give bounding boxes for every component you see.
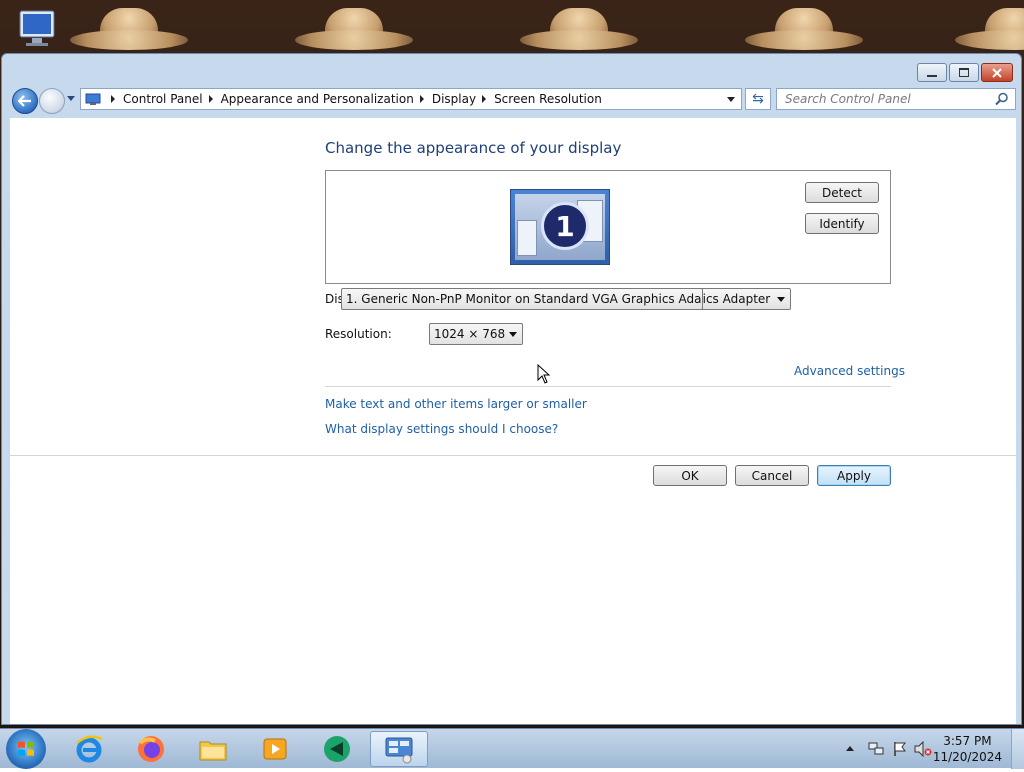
file-explorer-taskbar-button[interactable] bbox=[186, 731, 240, 767]
breadcrumb-screen-resolution[interactable]: Screen Resolution bbox=[494, 92, 602, 106]
display-select-value: 1. Generic Non-PnP Monitor on Standard V… bbox=[346, 292, 703, 306]
windows-logo-icon bbox=[18, 741, 34, 756]
display-select-background[interactable]: hics Adapter bbox=[690, 288, 791, 310]
breadcrumb-separator bbox=[111, 95, 115, 103]
back-arrow-icon bbox=[18, 95, 31, 107]
breadcrumb-separator[interactable] bbox=[482, 95, 487, 103]
app-taskbar-button[interactable] bbox=[310, 731, 364, 767]
display-help-link[interactable]: What display settings should I choose? bbox=[325, 422, 558, 436]
clock[interactable]: 3:57 PM 11/20/2024 bbox=[933, 733, 1002, 765]
close-button[interactable] bbox=[981, 63, 1013, 82]
clock-time: 3:57 PM bbox=[943, 734, 992, 748]
ok-button[interactable]: OK bbox=[653, 465, 727, 486]
navigation-bar: Control Panel Appearance and Personaliza… bbox=[8, 86, 1016, 114]
text-size-link[interactable]: Make text and other items larger or smal… bbox=[325, 397, 587, 411]
forward-button[interactable] bbox=[39, 88, 65, 114]
clock-date: 11/20/2024 bbox=[932, 750, 1002, 764]
identify-button[interactable]: Identify bbox=[805, 213, 879, 234]
action-center-flag-icon[interactable] bbox=[892, 741, 908, 757]
show-desktop-button[interactable] bbox=[1011, 729, 1024, 769]
display-select-background-text: hics Adapter bbox=[695, 292, 771, 306]
internet-explorer-icon bbox=[76, 735, 103, 763]
detect-button[interactable]: Detect bbox=[805, 182, 879, 203]
chevron-down-icon bbox=[777, 296, 785, 302]
breadcrumb-appearance[interactable]: Appearance and Personalization bbox=[221, 92, 414, 106]
search-box[interactable] bbox=[776, 88, 1016, 110]
restore-icon bbox=[959, 68, 969, 77]
minimize-icon bbox=[927, 74, 937, 77]
hat-wallpaper bbox=[955, 6, 1024, 52]
monitor-screen: 1 bbox=[515, 194, 605, 260]
monitor-1-icon[interactable]: 1 bbox=[510, 189, 610, 265]
cancel-button[interactable]: Cancel bbox=[735, 465, 809, 486]
mouse-cursor-icon bbox=[537, 364, 551, 384]
taskbar: 3:57 PM 11/20/2024 bbox=[0, 728, 1024, 769]
divider bbox=[10, 455, 1016, 456]
folder-icon bbox=[199, 741, 227, 761]
breadcrumb-display[interactable]: Display bbox=[432, 92, 476, 106]
volume-muted-icon[interactable] bbox=[914, 741, 932, 757]
address-bar[interactable]: Control Panel Appearance and Personaliza… bbox=[80, 88, 742, 110]
breadcrumb-separator[interactable] bbox=[208, 95, 213, 103]
divider bbox=[325, 386, 891, 387]
computer-desktop-icon[interactable] bbox=[14, 8, 62, 50]
refresh-button[interactable]: ⇆ bbox=[745, 88, 771, 110]
caption-buttons bbox=[917, 63, 1013, 82]
control-panel-taskbar-button[interactable] bbox=[370, 731, 428, 767]
content-area: Change the appearance of your display 1 … bbox=[10, 118, 1016, 724]
window-thumbnail bbox=[517, 220, 537, 256]
address-dropdown-arrow[interactable] bbox=[727, 97, 735, 102]
maximize-button[interactable] bbox=[949, 63, 979, 82]
hat-wallpaper bbox=[520, 6, 638, 52]
show-hidden-icons-icon[interactable] bbox=[846, 745, 854, 751]
resolution-label: Resolution: bbox=[325, 327, 392, 341]
screen-resolution-window: Control Panel Appearance and Personaliza… bbox=[1, 53, 1022, 725]
internet-explorer-taskbar-button[interactable] bbox=[62, 731, 116, 767]
search-icon[interactable] bbox=[995, 92, 1009, 106]
firefox-taskbar-button[interactable] bbox=[124, 731, 178, 767]
green-app-icon bbox=[324, 736, 350, 762]
network-icon[interactable] bbox=[868, 741, 884, 757]
media-player-taskbar-button[interactable] bbox=[248, 731, 302, 767]
back-button[interactable] bbox=[12, 88, 38, 114]
resolution-select-value: 1024 × 768 bbox=[434, 327, 506, 341]
close-icon bbox=[992, 67, 1002, 78]
firefox-icon bbox=[138, 736, 164, 762]
media-player-icon bbox=[263, 738, 287, 760]
apply-button[interactable]: Apply bbox=[817, 465, 891, 486]
control-panel-icon bbox=[85, 93, 101, 105]
display-preview-area: 1 Detect Identify bbox=[325, 170, 891, 284]
display-select[interactable]: 1. Generic Non-PnP Monitor on Standard V… bbox=[341, 288, 703, 310]
chevron-down-icon bbox=[509, 331, 517, 337]
start-button[interactable] bbox=[6, 729, 46, 769]
refresh-icon: ⇆ bbox=[752, 91, 764, 107]
minimize-button[interactable] bbox=[917, 63, 947, 82]
page-title: Change the appearance of your display bbox=[325, 139, 622, 157]
monitor-number-badge: 1 bbox=[541, 202, 589, 250]
advanced-settings-link[interactable]: Advanced settings bbox=[794, 364, 905, 378]
resolution-select[interactable]: 1024 × 768 bbox=[429, 323, 523, 345]
search-input[interactable] bbox=[783, 91, 987, 107]
hat-wallpaper bbox=[295, 6, 413, 52]
hat-wallpaper bbox=[745, 6, 863, 52]
breadcrumb-control-panel[interactable]: Control Panel bbox=[123, 92, 203, 106]
breadcrumb-separator[interactable] bbox=[419, 95, 424, 103]
recent-pages-dropdown[interactable] bbox=[67, 96, 75, 101]
hat-wallpaper bbox=[70, 6, 188, 52]
display-settings-icon bbox=[385, 737, 413, 764]
